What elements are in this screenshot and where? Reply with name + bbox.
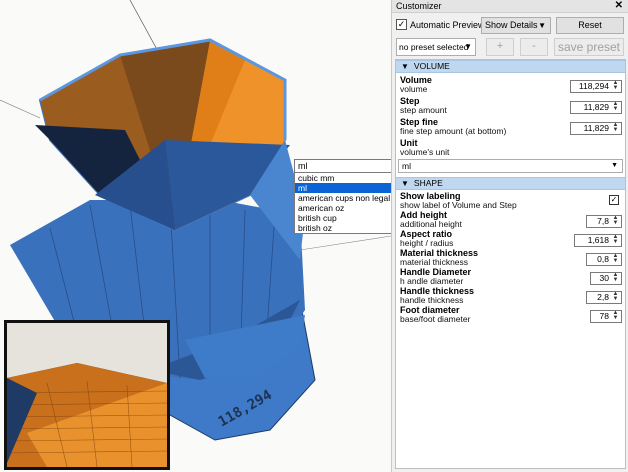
save-preset-button[interactable]: save preset xyxy=(554,38,624,56)
param-show-labeling: Show labeling show label of Volume and S… xyxy=(396,192,625,211)
spinner-arrows-icon[interactable]: ▲ ▼ xyxy=(611,122,620,134)
add-height-value: 7,8 xyxy=(597,216,609,226)
preset-select-value: no preset selected xyxy=(399,42,469,52)
volume-value: 118,294 xyxy=(578,81,609,91)
triangle-down-icon: ▼ xyxy=(401,62,409,71)
unit-dropdown-popup[interactable]: ml cubic mm ml american cups non legal a… xyxy=(294,159,394,234)
unit-option-american-oz[interactable]: american oz xyxy=(295,203,393,213)
param-step-fine: Step fine fine step amount (at bottom) 1… xyxy=(396,118,625,138)
spinner-arrows-icon[interactable]: ▲ ▼ xyxy=(611,101,620,113)
step-fine-spinbox[interactable]: 11,829 ▲ ▼ xyxy=(570,122,622,135)
show-details-dropdown[interactable]: Show Details ▼ xyxy=(481,17,551,34)
3d-viewport[interactable]: 118,294 xyxy=(0,0,391,472)
chevron-down-icon: ▼ xyxy=(464,42,472,51)
foot-diameter-value: 78 xyxy=(599,311,609,321)
unit-option-ml[interactable]: ml xyxy=(295,183,393,193)
preview-thumbnail xyxy=(4,320,170,470)
param-material-thickness: Material thickness material thickness 0,… xyxy=(396,249,625,268)
aspect-ratio-spinbox[interactable]: 1,618 ▲ ▼ xyxy=(574,234,622,247)
volume-spinbox[interactable]: 118,294 ▲ ▼ xyxy=(570,80,622,93)
step-fine-value: 11,829 xyxy=(583,123,609,133)
reset-button[interactable]: Reset xyxy=(556,17,624,34)
param-step: Step step amount 11,829 ▲ ▼ xyxy=(396,97,625,117)
param-desc: volume's unit xyxy=(400,147,450,157)
section-header-shape[interactable]: ▼ SHAPE xyxy=(396,177,625,190)
unit-option-cubic-mm[interactable]: cubic mm xyxy=(295,173,393,183)
automatic-preview-checkbox[interactable]: ✓ xyxy=(396,19,407,30)
spinner-arrows-icon[interactable]: ▲ ▼ xyxy=(611,310,620,322)
section-header-volume[interactable]: ▼ VOLUME xyxy=(396,60,625,73)
remove-preset-button[interactable]: - xyxy=(520,38,548,56)
spinner-arrows-icon[interactable]: ▲ ▼ xyxy=(611,80,620,92)
unit-select-value: ml xyxy=(402,161,411,171)
param-handle-diameter: Handle Diameter h andle diameter 30 ▲ ▼ xyxy=(396,268,625,287)
unit-option-american-cups[interactable]: american cups non legal xyxy=(295,193,393,203)
handle-diameter-value: 30 xyxy=(599,273,609,283)
param-unit: Unit volume's unit xyxy=(396,139,625,158)
spinner-arrows-icon[interactable]: ▲ ▼ xyxy=(611,272,620,284)
customizer-panel: Customizer ✕ ✓ Automatic Preview Show De… xyxy=(391,0,628,472)
spinner-arrows-icon[interactable]: ▲ ▼ xyxy=(611,215,620,227)
preset-select[interactable]: no preset selected ▼ xyxy=(396,38,476,56)
unit-options-list: cubic mm ml american cups non legal amer… xyxy=(294,173,394,234)
handle-thickness-value: 2,8 xyxy=(597,292,609,302)
material-thickness-value: 0,8 xyxy=(597,254,609,264)
customizer-title: Customizer xyxy=(396,1,442,11)
customizer-titlebar: Customizer ✕ xyxy=(392,0,628,13)
spinner-arrows-icon[interactable]: ▲ ▼ xyxy=(611,291,620,303)
triangle-down-icon: ▼ xyxy=(401,179,409,188)
add-height-spinbox[interactable]: 7,8 ▲ ▼ xyxy=(586,215,622,228)
param-volume: Volume volume 118,294 ▲ ▼ xyxy=(396,76,625,96)
close-icon[interactable]: ✕ xyxy=(615,0,623,11)
step-value: 11,829 xyxy=(583,102,609,112)
add-preset-button[interactable]: + xyxy=(486,38,514,56)
preview-controls-row: ✓ Automatic Preview Show Details ▼ Reset xyxy=(392,16,628,34)
unit-select[interactable]: ml ▼ xyxy=(398,159,623,173)
handle-thickness-spinbox[interactable]: 2,8 ▲ ▼ xyxy=(586,291,622,304)
step-spinbox[interactable]: 11,829 ▲ ▼ xyxy=(570,101,622,114)
material-thickness-spinbox[interactable]: 0,8 ▲ ▼ xyxy=(586,253,622,266)
section-title-shape: SHAPE xyxy=(413,178,443,188)
show-details-label: Show Details xyxy=(485,20,538,30)
unit-option-british-oz[interactable]: british oz xyxy=(295,223,393,233)
show-labeling-checkbox[interactable]: ✓ xyxy=(609,195,619,205)
chevron-down-icon: ▼ xyxy=(611,162,618,169)
automatic-preview-label: Automatic Preview xyxy=(410,20,485,30)
param-desc: show label of Volume and Step xyxy=(400,200,517,210)
foot-diameter-spinbox[interactable]: 78 ▲ ▼ xyxy=(590,310,622,323)
aspect-ratio-value: 1,618 xyxy=(587,235,609,245)
param-add-height: Add height additional height 7,8 ▲ ▼ xyxy=(396,211,625,230)
param-foot-diameter: Foot diameter base/foot diameter 78 ▲ ▼ xyxy=(396,306,625,325)
spinner-arrows-icon[interactable]: ▲ ▼ xyxy=(611,234,620,246)
section-title-volume: VOLUME xyxy=(413,61,450,71)
spinner-arrows-icon[interactable]: ▲ ▼ xyxy=(611,253,620,265)
param-aspect-ratio: Aspect ratio height / radius 1,618 ▲ ▼ xyxy=(396,230,625,249)
handle-diameter-spinbox[interactable]: 30 ▲ ▼ xyxy=(590,272,622,285)
parameter-sections: ▼ VOLUME Volume volume 118,294 ▲ ▼ Step st… xyxy=(395,59,626,469)
preset-controls-row: no preset selected ▼ + - save preset xyxy=(392,38,628,56)
unit-popup-current[interactable]: ml xyxy=(294,159,394,173)
param-handle-thickness: Handle thickness handle thickness 2,8 ▲ ▼ xyxy=(396,287,625,306)
chevron-down-icon: ▼ xyxy=(538,21,546,30)
unit-option-british-cup[interactable]: british cup xyxy=(295,213,393,223)
